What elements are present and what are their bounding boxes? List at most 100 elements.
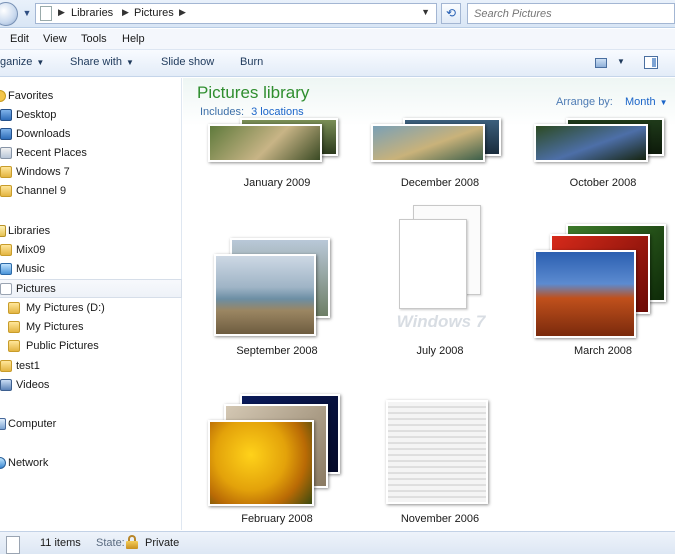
menu-bar: Edit View Tools Help [0, 29, 675, 50]
breadcrumb-pictures[interactable]: Pictures [134, 7, 174, 19]
nav-public-pictures-label: Public Pictures [26, 340, 99, 352]
downloads-icon [0, 128, 12, 140]
nav-favorites-label: Favorites [8, 90, 54, 102]
arrange-by-label: Arrange by: [556, 96, 613, 108]
caret-down-icon: ▼ [36, 58, 45, 67]
menu-tools[interactable]: Tools [81, 33, 107, 45]
breadcrumb-libraries[interactable]: Libraries [71, 7, 113, 19]
chevron-right-icon[interactable]: ▶ [58, 7, 65, 18]
nav-libraries[interactable]: Libraries [0, 222, 182, 241]
nav-downloads[interactable]: Downloads [0, 125, 182, 144]
nav-public-pictures[interactable]: Public Pictures [0, 337, 182, 356]
tile-october-2008[interactable]: October 2008 [528, 118, 675, 194]
tile-label: December 2008 [400, 177, 480, 189]
nav-music[interactable]: Music [0, 260, 182, 279]
search-input[interactable] [468, 4, 674, 23]
arrange-by-value: Month [625, 96, 656, 108]
view-options-caret-icon[interactable]: ▼ [617, 57, 625, 66]
organize-button[interactable]: ganize ▼ [0, 56, 44, 68]
nav-recent-places[interactable]: Recent Places [0, 144, 182, 163]
photo-stack-road [534, 118, 664, 170]
folder-icon [0, 244, 12, 256]
nav-channel-9-label: Channel 9 [16, 185, 67, 197]
folder-icon [0, 166, 12, 178]
nav-desktop[interactable]: Desktop [0, 106, 182, 125]
nav-libraries-label: Libraries [8, 225, 51, 237]
photo-stack-coast [371, 118, 501, 170]
nav-my-pictures-label: My Pictures [26, 321, 84, 333]
chevron-down-icon[interactable]: ▼ [421, 7, 430, 17]
nav-windows-7-label: Windows 7 [16, 166, 70, 178]
document-stack-icon [395, 205, 495, 309]
nav-my-pictures-d[interactable]: My Pictures (D:) [0, 299, 182, 318]
nav-windows-7[interactable]: Windows 7 [0, 163, 182, 182]
tile-label: January 2009 [243, 177, 311, 189]
menu-edit[interactable]: Edit [10, 33, 29, 45]
tile-january-2009[interactable]: January 2009 [202, 118, 352, 194]
burn-button[interactable]: Burn [240, 56, 263, 68]
nav-test1[interactable]: test1 [0, 357, 182, 376]
nav-my-pictures[interactable]: My Pictures [0, 318, 182, 337]
windows-7-watermark: Windows 7 [396, 312, 486, 331]
network-icon [0, 457, 6, 469]
search-box[interactable] [467, 3, 675, 24]
nav-network-label: Network [8, 457, 49, 469]
nav-videos[interactable]: Videos [0, 376, 182, 395]
organize-label: ganize [0, 56, 33, 68]
chevron-right-icon[interactable]: ▶ [179, 7, 186, 18]
nav-mix09-label: Mix09 [16, 244, 46, 256]
folder-icon [0, 185, 12, 197]
refresh-button[interactable]: ⟲ [441, 3, 461, 24]
back-button[interactable] [0, 2, 18, 26]
tile-december-2008[interactable]: December 2008 [365, 118, 515, 194]
star-icon [0, 90, 6, 102]
photo-stack-desert [534, 224, 674, 339]
recent-pages-dropdown-icon[interactable]: ▼ [21, 6, 33, 20]
nav-test1-label: test1 [16, 360, 40, 372]
share-with-button[interactable]: Share with ▼ [70, 56, 134, 68]
tile-november-2006[interactable]: November 2006 [365, 398, 515, 530]
recent-places-icon [0, 147, 12, 159]
nav-channel-9[interactable]: Channel 9 [0, 182, 182, 201]
nav-network[interactable]: Network [0, 454, 182, 473]
preview-pane-icon[interactable] [644, 56, 658, 69]
arrange-by-dropdown[interactable]: Month ▼ [625, 96, 668, 108]
tile-label: July 2008 [416, 345, 464, 357]
slide-show-button[interactable]: Slide show [161, 56, 214, 68]
command-bar: ganize ▼ Share with ▼ Slide show Burn ▼ [0, 50, 675, 77]
nav-computer[interactable]: Computer [0, 415, 182, 434]
tile-september-2008[interactable]: September 2008 [202, 238, 352, 363]
share-with-label: Share with [70, 56, 122, 68]
nav-videos-label: Videos [16, 379, 50, 391]
tile-label: February 2008 [241, 513, 313, 525]
breadcrumb[interactable]: ▶ Libraries ▶ Pictures ▶ ▼ [35, 3, 437, 24]
caret-down-icon: ▼ [659, 98, 668, 107]
library-icon [6, 536, 20, 554]
menu-help[interactable]: Help [122, 33, 145, 45]
tile-march-2008[interactable]: March 2008 [528, 224, 675, 363]
item-count: 11 items [40, 537, 81, 549]
address-bar: ▼ ▶ Libraries ▶ Pictures ▶ ▼ ⟲ [0, 0, 675, 28]
folder-icon [8, 340, 20, 352]
state-value: Private [145, 537, 180, 549]
content-pane: Pictures library Includes: 3 locations A… [183, 78, 675, 530]
nav-favorites[interactable]: Favorites [0, 87, 182, 106]
menu-view[interactable]: View [43, 33, 67, 45]
videos-icon [0, 379, 12, 391]
folder-icon [0, 360, 12, 372]
photo-stack-tulips [206, 388, 346, 506]
change-view-icon[interactable] [595, 58, 607, 68]
nav-mix09[interactable]: Mix09 [0, 241, 182, 260]
tile-label: March 2008 [573, 345, 633, 357]
navigation-pane: Favorites Desktop Downloads Recent Place… [0, 78, 182, 530]
library-icon [40, 6, 52, 21]
nav-recent-places-label: Recent Places [16, 147, 87, 159]
locations-link[interactable]: 3 locations [251, 106, 304, 118]
nav-music-label: Music [16, 263, 45, 275]
chevron-right-icon[interactable]: ▶ [122, 7, 129, 18]
tile-february-2008[interactable]: February 2008 [202, 388, 352, 530]
tile-label: September 2008 [236, 345, 318, 357]
tile-july-2008[interactable]: Windows 7 July 2008 [365, 205, 515, 363]
includes-row: Includes: 3 locations [200, 106, 304, 118]
nav-pictures[interactable]: Pictures [0, 279, 182, 298]
